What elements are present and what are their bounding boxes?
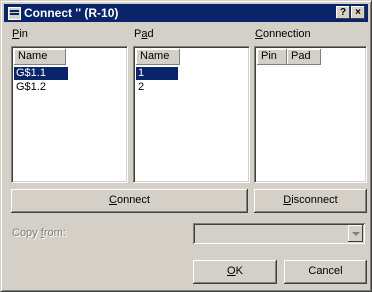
- connection-pad-column-header[interactable]: Pad: [287, 49, 321, 65]
- disconnect-button[interactable]: Disconnect: [254, 189, 367, 213]
- pin-list[interactable]: Name G$1.1 G$1.2: [11, 46, 128, 183]
- connect-dialog: Connect '' (R-10) ? × Pin Name G$1.1 G$1…: [0, 0, 372, 292]
- window-title: Connect '' (R-10): [24, 6, 119, 20]
- pin-label: Pin: [12, 28, 28, 40]
- help-button[interactable]: ?: [336, 6, 350, 19]
- pad-list[interactable]: Name 1 2: [133, 46, 250, 183]
- connection-label: Connection: [255, 28, 311, 40]
- cancel-button[interactable]: Cancel: [284, 260, 367, 284]
- window-icon[interactable]: [8, 7, 21, 20]
- close-button[interactable]: ×: [351, 6, 365, 19]
- pad-label: Pad: [134, 28, 154, 40]
- pad-name-column-header[interactable]: Name: [136, 49, 180, 65]
- pin-list-item[interactable]: G$1.1: [14, 67, 68, 80]
- chevron-down-icon[interactable]: [348, 225, 363, 242]
- pin-name-column-header[interactable]: Name: [14, 49, 66, 65]
- connection-pin-column-header[interactable]: Pin: [257, 49, 287, 65]
- connect-button[interactable]: Connect: [11, 189, 248, 213]
- pin-list-item[interactable]: G$1.2: [14, 81, 68, 94]
- copy-from-select[interactable]: [193, 223, 365, 244]
- ok-button[interactable]: OK: [193, 260, 277, 284]
- copy-from-label: Copy from:: [12, 227, 66, 239]
- connection-list[interactable]: Pin Pad: [254, 46, 367, 183]
- title-bar: Connect '' (R-10) ? ×: [4, 4, 368, 22]
- pad-list-item[interactable]: 2: [136, 81, 178, 94]
- pad-list-item[interactable]: 1: [136, 67, 178, 80]
